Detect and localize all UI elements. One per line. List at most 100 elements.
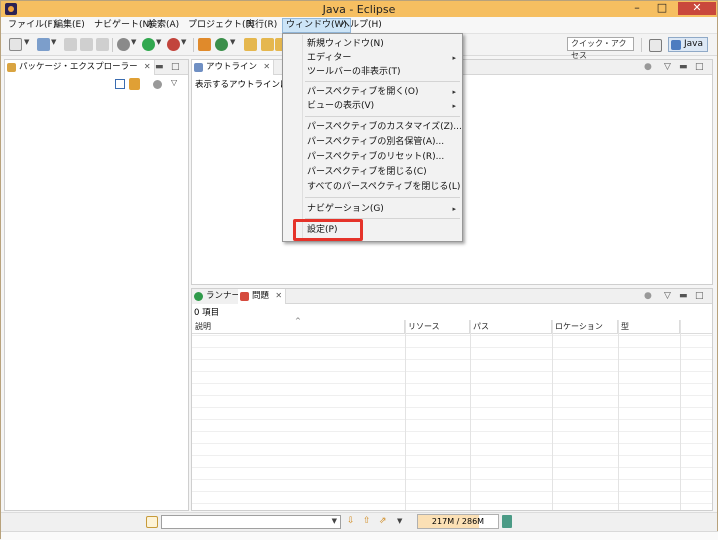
menu-item[interactable]: 新規ウィンドウ(N) [307,37,384,51]
tab-label: パッケージ・エクスプローラー [19,62,138,72]
view-menu-icon[interactable]: ▽ [171,78,177,87]
minimize-view-icon[interactable]: ▬ [679,62,688,72]
column-header-type[interactable]: 型 [618,320,680,334]
maximize-view-icon[interactable]: □ [171,62,180,72]
chevron-down-icon[interactable]: ▼ [397,517,402,525]
link-with-editor-icon[interactable] [129,78,140,90]
tab-problems[interactable]: 問題 ✕ [238,289,287,304]
menu-edit[interactable]: 編集(E) [51,19,88,32]
table-row [192,347,712,348]
table-row [192,359,712,360]
heap-status[interactable]: 217M / 286M [417,514,499,529]
menu-help[interactable]: ヘルプ(H) [338,19,385,32]
debug-icon[interactable] [117,38,130,51]
new-java-class-icon[interactable] [215,38,228,51]
open-type-icon[interactable] [244,38,257,51]
menu-item[interactable]: ツールバーの非表示(T) [307,65,401,79]
column-divider [618,320,619,510]
menu-item[interactable]: ビューの表示(V) [307,99,374,113]
minimize-view-icon[interactable]: ▬ [679,291,688,301]
close-icon[interactable]: ✕ [263,60,270,74]
chevron-down-icon[interactable]: ▼ [181,38,186,46]
new-icon[interactable] [9,38,22,51]
eclipse-window: Java - Eclipse – □ ✕ ファイル(F) 編集(E) ナビゲート… [0,0,718,540]
link-icon[interactable]: ⇗ [379,516,387,526]
search-field[interactable]: ▼ [161,515,341,529]
table-row [192,479,712,480]
menu-item[interactable]: パースペクティブを開く(O) [307,85,419,99]
arrow-down-icon[interactable]: ⇩ [347,516,355,526]
table-row [192,335,712,336]
menu-item[interactable]: パースペクティブのリセット(R)... [307,150,444,164]
problems-count: 0 項目 [194,308,220,318]
save-all-icon[interactable] [64,38,77,51]
menu-item[interactable]: パースペクティブを閉じる(C) [307,165,427,179]
java-perspective-button[interactable]: Java [668,37,708,52]
column-header-location[interactable]: ロケーション [552,320,618,334]
maximize-view-icon[interactable]: □ [695,62,704,72]
table-row [192,407,712,408]
close-icon[interactable]: ✕ [275,289,282,303]
table-row [192,419,712,420]
open-folder-icon[interactable] [261,38,274,51]
menu-item[interactable]: ナビゲーション(G) [307,202,384,216]
submenu-arrow-icon: ▸ [452,88,456,96]
external-tools-icon[interactable] [167,38,180,51]
chevron-down-icon[interactable]: ▼ [51,38,56,46]
table-row [192,443,712,444]
search-icon[interactable] [146,516,158,528]
menu-search[interactable]: 検索(A) [145,19,182,32]
menu-item[interactable]: すべてのパースペクティブを閉じる(L) [307,180,460,194]
chevron-down-icon[interactable]: ▼ [131,38,136,46]
menu-item[interactable]: パースペクティブの別名保管(A)... [307,135,444,149]
view-options-icon[interactable]: ● [644,291,652,301]
new-java-package-icon[interactable] [198,38,211,51]
column-header-path[interactable]: パス [470,320,552,334]
annotation-highlight-box [293,219,363,241]
column-divider [680,320,681,510]
java-perspective-label: Java [684,39,704,49]
sort-ascending-icon: ^ [295,317,301,325]
save-icon[interactable] [37,38,50,51]
print-icon[interactable] [80,38,93,51]
view-options-icon[interactable]: ● [644,62,652,72]
collapse-all-icon[interactable] [115,79,125,89]
table-row [192,455,712,456]
quick-access-field[interactable]: クイック・アクセス [567,37,634,60]
table-row [192,383,712,384]
maximize-view-icon[interactable]: □ [695,291,704,301]
arrow-up-icon[interactable]: ⇧ [363,516,371,526]
view-menu-dots-icon[interactable] [153,80,162,89]
heap-total: 286M [461,517,485,526]
garbage-collect-icon[interactable] [502,515,512,528]
minimize-view-icon[interactable]: ▬ [155,62,164,72]
menu-run[interactable]: 実行(R) [243,19,280,32]
view-menu-icon[interactable]: ▽ [664,291,671,301]
chevron-down-icon[interactable]: ▼ [156,38,161,46]
package-icon [7,63,16,72]
menu-separator [305,116,460,117]
open-perspective-icon[interactable] [649,39,662,52]
close-button[interactable]: ✕ [678,2,716,15]
minimize-button[interactable]: – [626,2,648,15]
copy-icon[interactable] [96,38,109,51]
run-icon[interactable] [142,38,155,51]
tab-package-explorer[interactable]: パッケージ・エクスプローラー ✕ [5,60,155,75]
view-menu-icon[interactable]: ▽ [664,62,671,72]
menu-item[interactable]: エディター [307,51,351,65]
tab-outline[interactable]: アウトライン ✕ [192,60,275,75]
status-bar: ⇩ ⇧ ⇗ ▼ [1,512,717,531]
chevron-down-icon[interactable]: ▼ [230,38,235,46]
menu-item[interactable]: パースペクティブのカスタマイズ(Z)... [307,120,462,134]
chevron-down-icon[interactable]: ▼ [332,517,337,525]
maximize-button[interactable]: □ [651,2,673,15]
column-header-resource[interactable]: リソース [405,320,470,334]
tab-label: 問題 [252,291,270,301]
problems-panel: ランナー 問題 ✕ ● ▽ ▬ □ 0 項目 説明 ^ リソース パス ロケーシ… [191,288,713,511]
table-header: 説明 ^ リソース パス ロケーション 型 [192,317,712,334]
toolbar-separator [641,38,642,52]
close-icon[interactable]: ✕ [144,60,151,74]
chevron-down-icon[interactable]: ▼ [24,38,29,46]
problems-icon [240,292,249,301]
column-divider [405,320,406,510]
